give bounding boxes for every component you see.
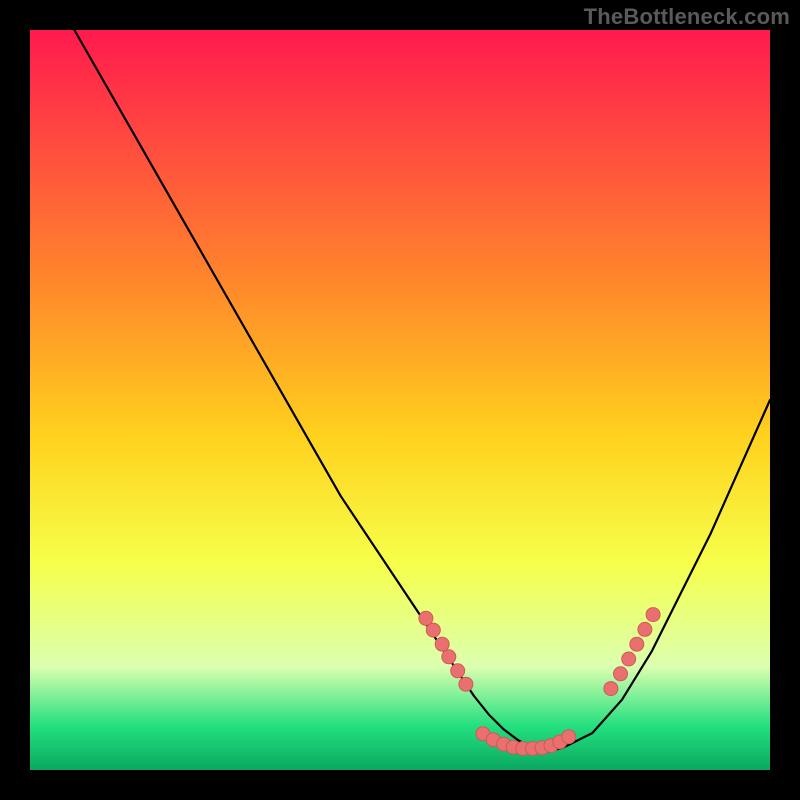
data-dot [646, 608, 660, 622]
data-dot [622, 652, 636, 666]
data-dot [459, 677, 473, 691]
data-dot [435, 637, 449, 651]
bottleneck-chart [0, 0, 800, 800]
heat-gradient-panel [30, 30, 770, 770]
data-dot [451, 664, 465, 678]
data-dot [562, 730, 576, 744]
data-dot [604, 682, 618, 696]
data-dot [614, 667, 628, 681]
chart-stage: TheBottleneck.com [0, 0, 800, 800]
data-dot [426, 623, 440, 637]
data-dot [442, 650, 456, 664]
watermark-text: TheBottleneck.com [584, 4, 790, 30]
data-dot [638, 622, 652, 636]
data-dot [630, 637, 644, 651]
